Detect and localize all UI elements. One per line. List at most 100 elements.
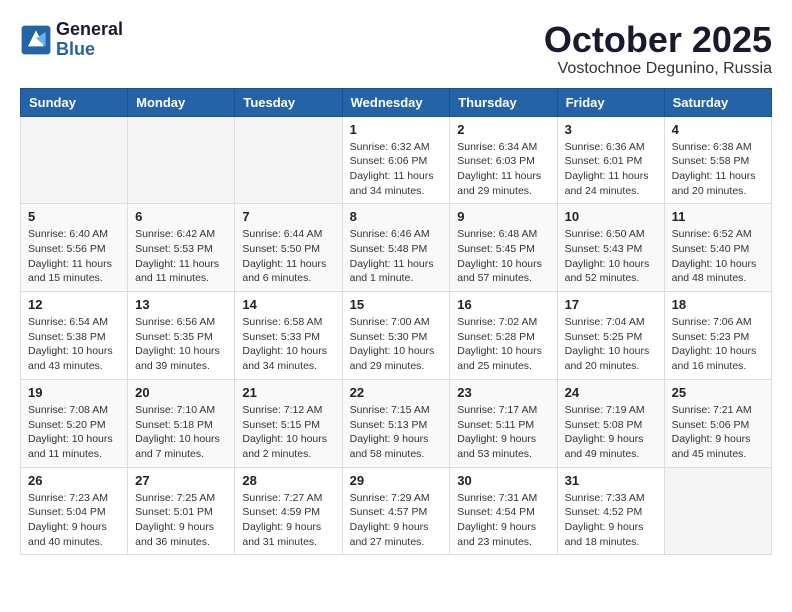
calendar-cell: 2Sunrise: 6:34 AMSunset: 6:03 PMDaylight… bbox=[450, 116, 557, 204]
day-number: 29 bbox=[350, 473, 443, 488]
calendar-cell: 31 Sunrise: 7:33 AMSunset: 4:52 PMDayligh… bbox=[557, 467, 664, 555]
day-number: 25 bbox=[672, 385, 764, 400]
day-number: 6 bbox=[135, 209, 227, 224]
calendar-cell: 1 Sunrise: 6:32 AMSunset: 6:06 PMDaylight… bbox=[342, 116, 450, 204]
day-number: 7 bbox=[242, 209, 334, 224]
weekday-header-monday: Monday bbox=[128, 88, 235, 116]
day-detail: Sunrise: 6:48 AMSunset: 5:45 PMDaylight:… bbox=[457, 227, 549, 286]
calendar-cell: 6 Sunrise: 6:42 AMSunset: 5:53 PMDaylight… bbox=[128, 204, 235, 292]
day-detail: Sunrise: 7:00 AMSunset: 5:30 PMDaylight:… bbox=[350, 315, 443, 374]
day-number: 30 bbox=[457, 473, 549, 488]
calendar-cell: 28 Sunrise: 7:27 AMSunset: 4:59 PMDayligh… bbox=[235, 467, 342, 555]
calendar-cell bbox=[128, 116, 235, 204]
day-detail: Sunrise: 7:33 AMSunset: 4:52 PMDaylight:… bbox=[565, 491, 657, 550]
day-detail: Sunrise: 6:58 AMSunset: 5:33 PMDaylight:… bbox=[242, 315, 334, 374]
day-number: 16 bbox=[457, 297, 549, 312]
calendar: SundayMondayTuesdayWednesdayThursdayFrid… bbox=[20, 88, 772, 556]
day-detail: Sunrise: 6:56 AMSunset: 5:35 PMDaylight:… bbox=[135, 315, 227, 374]
logo-line1: General bbox=[56, 20, 123, 40]
calendar-cell: 3 Sunrise: 6:36 AMSunset: 6:01 PMDaylight… bbox=[557, 116, 664, 204]
day-detail: Sunrise: 6:38 AMSunset: 5:58 PMDaylight:… bbox=[672, 140, 764, 199]
calendar-cell: 9 Sunrise: 6:48 AMSunset: 5:45 PMDaylight… bbox=[450, 204, 557, 292]
weekday-header-wednesday: Wednesday bbox=[342, 88, 450, 116]
weekday-header-thursday: Thursday bbox=[450, 88, 557, 116]
day-number: 27 bbox=[135, 473, 227, 488]
day-number: 5 bbox=[28, 209, 120, 224]
weekday-header-tuesday: Tuesday bbox=[235, 88, 342, 116]
day-detail: Sunrise: 6:36 AMSunset: 6:01 PMDaylight:… bbox=[565, 140, 657, 199]
calendar-cell: 7 Sunrise: 6:44 AMSunset: 5:50 PMDaylight… bbox=[235, 204, 342, 292]
calendar-week-3: 12Sunrise: 6:54 AMSunset: 5:38 PMDayligh… bbox=[21, 292, 772, 380]
day-number: 17 bbox=[565, 297, 657, 312]
day-detail: Sunrise: 6:42 AMSunset: 5:53 PMDaylight:… bbox=[135, 227, 227, 286]
day-detail: Sunrise: 7:02 AMSunset: 5:28 PMDaylight:… bbox=[457, 315, 549, 374]
calendar-cell bbox=[235, 116, 342, 204]
location-title: Vostochnoe Degunino, Russia bbox=[544, 60, 772, 78]
logo-line2: Blue bbox=[56, 40, 123, 60]
day-detail: Sunrise: 7:10 AMSunset: 5:18 PMDaylight:… bbox=[135, 403, 227, 462]
calendar-cell: 4 Sunrise: 6:38 AMSunset: 5:58 PMDaylight… bbox=[664, 116, 771, 204]
day-detail: Sunrise: 7:27 AMSunset: 4:59 PMDaylight:… bbox=[242, 491, 334, 550]
day-number: 11 bbox=[672, 209, 764, 224]
day-number: 12 bbox=[28, 297, 120, 312]
day-number: 23 bbox=[457, 385, 549, 400]
calendar-week-2: 5 Sunrise: 6:40 AMSunset: 5:56 PMDaylight… bbox=[21, 204, 772, 292]
day-detail: Sunrise: 7:12 AMSunset: 5:15 PMDaylight:… bbox=[242, 403, 334, 462]
calendar-cell bbox=[21, 116, 128, 204]
title-area: October 2025 Vostochnoe Degunino, Russia bbox=[544, 20, 772, 78]
weekday-header-sunday: Sunday bbox=[21, 88, 128, 116]
day-detail: Sunrise: 7:17 AMSunset: 5:11 PMDaylight:… bbox=[457, 403, 549, 462]
calendar-cell: 24 Sunrise: 7:19 AMSunset: 5:08 PMDayligh… bbox=[557, 379, 664, 467]
day-number: 14 bbox=[242, 297, 334, 312]
calendar-cell: 10 Sunrise: 6:50 AMSunset: 5:43 PMDayligh… bbox=[557, 204, 664, 292]
calendar-cell: 26 Sunrise: 7:23 AMSunset: 5:04 PMDayligh… bbox=[21, 467, 128, 555]
day-number: 13 bbox=[135, 297, 227, 312]
calendar-cell: 15 Sunrise: 7:00 AMSunset: 5:30 PMDayligh… bbox=[342, 292, 450, 380]
day-number: 15 bbox=[350, 297, 443, 312]
calendar-cell: 30Sunrise: 7:31 AMSunset: 4:54 PMDayligh… bbox=[450, 467, 557, 555]
day-number: 22 bbox=[350, 385, 443, 400]
calendar-cell: 5 Sunrise: 6:40 AMSunset: 5:56 PMDaylight… bbox=[21, 204, 128, 292]
calendar-cell: 22 Sunrise: 7:15 AMSunset: 5:13 PMDayligh… bbox=[342, 379, 450, 467]
day-detail: Sunrise: 7:15 AMSunset: 5:13 PMDaylight:… bbox=[350, 403, 443, 462]
calendar-week-5: 26 Sunrise: 7:23 AMSunset: 5:04 PMDayligh… bbox=[21, 467, 772, 555]
day-detail: Sunrise: 6:32 AMSunset: 6:06 PMDaylight:… bbox=[350, 140, 443, 199]
day-number: 26 bbox=[28, 473, 120, 488]
day-number: 1 bbox=[350, 122, 443, 137]
day-detail: Sunrise: 7:23 AMSunset: 5:04 PMDaylight:… bbox=[28, 491, 120, 550]
weekday-header-row: SundayMondayTuesdayWednesdayThursdayFrid… bbox=[21, 88, 772, 116]
day-number: 8 bbox=[350, 209, 443, 224]
weekday-header-saturday: Saturday bbox=[664, 88, 771, 116]
day-detail: Sunrise: 6:40 AMSunset: 5:56 PMDaylight:… bbox=[28, 227, 120, 286]
day-number: 9 bbox=[457, 209, 549, 224]
day-detail: Sunrise: 7:06 AMSunset: 5:23 PMDaylight:… bbox=[672, 315, 764, 374]
day-number: 19 bbox=[28, 385, 120, 400]
calendar-cell: 17 Sunrise: 7:04 AMSunset: 5:25 PMDayligh… bbox=[557, 292, 664, 380]
day-detail: Sunrise: 6:34 AMSunset: 6:03 PMDaylight:… bbox=[457, 140, 549, 199]
calendar-cell: 14 Sunrise: 6:58 AMSunset: 5:33 PMDayligh… bbox=[235, 292, 342, 380]
calendar-cell: 8 Sunrise: 6:46 AMSunset: 5:48 PMDaylight… bbox=[342, 204, 450, 292]
day-number: 24 bbox=[565, 385, 657, 400]
month-title: October 2025 bbox=[544, 20, 772, 60]
day-detail: Sunrise: 7:08 AMSunset: 5:20 PMDaylight:… bbox=[28, 403, 120, 462]
day-detail: Sunrise: 6:52 AMSunset: 5:40 PMDaylight:… bbox=[672, 227, 764, 286]
day-detail: Sunrise: 7:04 AMSunset: 5:25 PMDaylight:… bbox=[565, 315, 657, 374]
calendar-cell: 13 Sunrise: 6:56 AMSunset: 5:35 PMDayligh… bbox=[128, 292, 235, 380]
calendar-week-1: 1 Sunrise: 6:32 AMSunset: 6:06 PMDaylight… bbox=[21, 116, 772, 204]
calendar-cell: 12Sunrise: 6:54 AMSunset: 5:38 PMDayligh… bbox=[21, 292, 128, 380]
day-number: 4 bbox=[672, 122, 764, 137]
day-detail: Sunrise: 7:29 AMSunset: 4:57 PMDaylight:… bbox=[350, 491, 443, 550]
day-detail: Sunrise: 6:44 AMSunset: 5:50 PMDaylight:… bbox=[242, 227, 334, 286]
day-number: 28 bbox=[242, 473, 334, 488]
day-number: 31 bbox=[565, 473, 657, 488]
day-detail: Sunrise: 6:50 AMSunset: 5:43 PMDaylight:… bbox=[565, 227, 657, 286]
day-detail: Sunrise: 7:19 AMSunset: 5:08 PMDaylight:… bbox=[565, 403, 657, 462]
day-number: 10 bbox=[565, 209, 657, 224]
day-detail: Sunrise: 6:46 AMSunset: 5:48 PMDaylight:… bbox=[350, 227, 443, 286]
day-detail: Sunrise: 7:21 AMSunset: 5:06 PMDaylight:… bbox=[672, 403, 764, 462]
calendar-cell: 23 Sunrise: 7:17 AMSunset: 5:11 PMDayligh… bbox=[450, 379, 557, 467]
day-number: 3 bbox=[565, 122, 657, 137]
weekday-header-friday: Friday bbox=[557, 88, 664, 116]
calendar-cell: 25 Sunrise: 7:21 AMSunset: 5:06 PMDayligh… bbox=[664, 379, 771, 467]
day-number: 18 bbox=[672, 297, 764, 312]
